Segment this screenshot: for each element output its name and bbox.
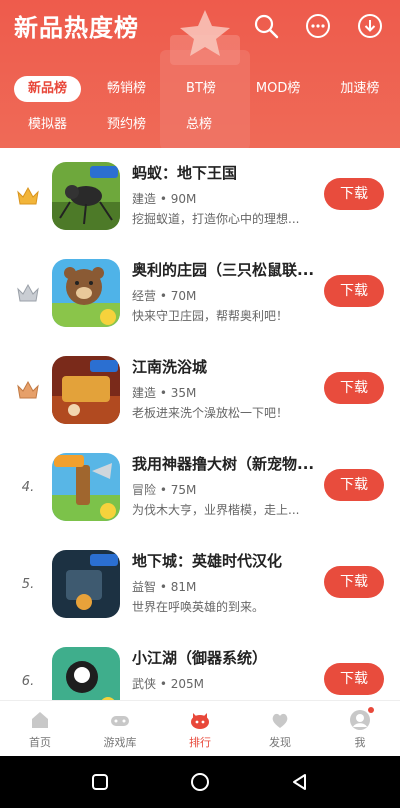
- app-meta: 武侠 • 205M: [132, 677, 204, 691]
- nav-me[interactable]: 我: [320, 701, 400, 756]
- page-title: 新品热度榜: [14, 14, 139, 42]
- nav-discover[interactable]: 发现: [240, 701, 320, 756]
- tab-overall[interactable]: 总榜: [172, 112, 226, 138]
- download-button[interactable]: 下载: [324, 469, 384, 501]
- app-desc: 快来守卫庄园，帮帮奥利吧！: [132, 309, 289, 323]
- list-item[interactable]: 6. 小江湖（御器系统） 武侠 • 205M 下载: [0, 633, 400, 700]
- app-icon[interactable]: [52, 259, 120, 327]
- app-name: 江南洗浴城: [132, 358, 208, 376]
- app-name: 地下城：英雄时代汉化: [132, 552, 283, 570]
- nav-label: 游戏库: [103, 736, 137, 749]
- app-meta: 建造 • 35M: [132, 386, 197, 400]
- nav-home[interactable]: 首页: [0, 701, 80, 756]
- nav-ranking[interactable]: 排行: [160, 701, 240, 756]
- download-button[interactable]: 下载: [324, 275, 384, 307]
- nav-gamelib[interactable]: 游戏库: [80, 701, 160, 756]
- system-nav-bar: [0, 756, 400, 808]
- app-meta: 建造 • 90M: [132, 192, 197, 206]
- tab-emulator[interactable]: 模拟器: [14, 112, 81, 138]
- list-item[interactable]: 江南洗浴城 建造 • 35M 老板进来洗个澡放松一下吧！ 下载: [0, 342, 400, 439]
- recent-apps-icon[interactable]: [90, 772, 110, 792]
- ranking-icon: [191, 713, 209, 729]
- rank-tabs: 新品榜 畅销榜 BT榜 MOD榜 加速榜 模拟器 预约榜 总榜: [14, 74, 394, 146]
- app-icon[interactable]: [52, 647, 120, 700]
- list-item[interactable]: 奥利的庄园（三只松鼠联... 经营 • 70M 快来守卫庄园，帮帮奥利吧！ 下载: [0, 245, 400, 342]
- back-icon[interactable]: [290, 772, 310, 792]
- app-list: 蚂蚁：地下王国 建造 • 90M 挖掘蚁道，打造你心中的理想... 下载 奥利的…: [0, 148, 400, 700]
- app-icon[interactable]: [52, 356, 120, 424]
- download-button[interactable]: 下载: [324, 178, 384, 210]
- nav-label: 排行: [189, 736, 211, 749]
- app-icon[interactable]: [52, 162, 120, 230]
- tab-new[interactable]: 新品榜: [14, 76, 82, 102]
- app-desc: 老板进来洗个澡放松一下吧！: [132, 406, 289, 420]
- home-icon: [32, 712, 48, 728]
- download-button[interactable]: 下载: [324, 663, 384, 695]
- list-item[interactable]: 蚂蚁：地下王国 建造 • 90M 挖掘蚁道，打造你心中的理想... 下载: [0, 148, 400, 245]
- notification-dot: [368, 707, 374, 713]
- rank-number: 6.: [21, 673, 35, 689]
- app-name: 小江湖（御器系统）: [132, 649, 268, 667]
- tab-speedup[interactable]: 加速榜: [326, 76, 393, 102]
- search-icon[interactable]: [250, 10, 282, 42]
- app-desc: 挖掘蚁道，打造你心中的理想...: [132, 212, 300, 226]
- app-icon[interactable]: [52, 453, 120, 521]
- bronze-crown-icon: [14, 378, 42, 402]
- gamepad-icon: [111, 716, 129, 726]
- header: 新品热度榜 新品榜 畅销榜 BT榜 MOD榜 加速榜 模拟器 预约榜 总榜: [0, 0, 400, 148]
- silver-crown-icon: [14, 281, 42, 305]
- profile-icon: [350, 710, 370, 730]
- list-item[interactable]: 4. 我用神器撸大树（新宠物... 冒险 • 75M 为伐木大亨，业界楷模，走上…: [0, 439, 400, 536]
- nav-label: 我: [354, 736, 366, 749]
- download-button[interactable]: 下载: [324, 566, 384, 598]
- tab-bestselling[interactable]: 畅销榜: [93, 76, 160, 102]
- more-icon[interactable]: [302, 10, 334, 42]
- list-item[interactable]: 5. 地下城：英雄时代汉化 益智 • 81M 世界在呼唤英雄的到来。 下载: [0, 536, 400, 633]
- app-name: 奥利的庄园（三只松鼠联...: [132, 261, 315, 279]
- app-meta: 经营 • 70M: [132, 289, 197, 303]
- app-meta: 益智 • 81M: [132, 580, 197, 594]
- app-name: 蚂蚁：地下王国: [132, 164, 238, 182]
- download-icon[interactable]: [354, 10, 386, 42]
- app-desc: 为伐木大亨，业界楷模，走上...: [132, 503, 300, 517]
- tab-mod[interactable]: MOD榜: [242, 76, 314, 102]
- download-button[interactable]: 下载: [324, 372, 384, 404]
- app-icon[interactable]: [52, 550, 120, 618]
- nav-label: 首页: [29, 736, 51, 749]
- rank-number: 4.: [21, 479, 35, 495]
- rank-number: 5.: [21, 576, 35, 592]
- app-meta: 冒险 • 75M: [132, 483, 197, 497]
- gold-crown-icon: [14, 184, 42, 208]
- bottom-nav: 首页 游戏库 排行 发现 我: [0, 700, 400, 756]
- app-desc: 世界在呼唤英雄的到来。: [132, 600, 265, 614]
- tab-bt[interactable]: BT榜: [172, 76, 230, 102]
- tab-reservation[interactable]: 预约榜: [93, 112, 160, 138]
- home-button-icon[interactable]: [189, 771, 211, 793]
- discover-icon: [272, 713, 288, 728]
- nav-label: 发现: [269, 736, 291, 749]
- app-name: 我用神器撸大树（新宠物...: [132, 455, 315, 473]
